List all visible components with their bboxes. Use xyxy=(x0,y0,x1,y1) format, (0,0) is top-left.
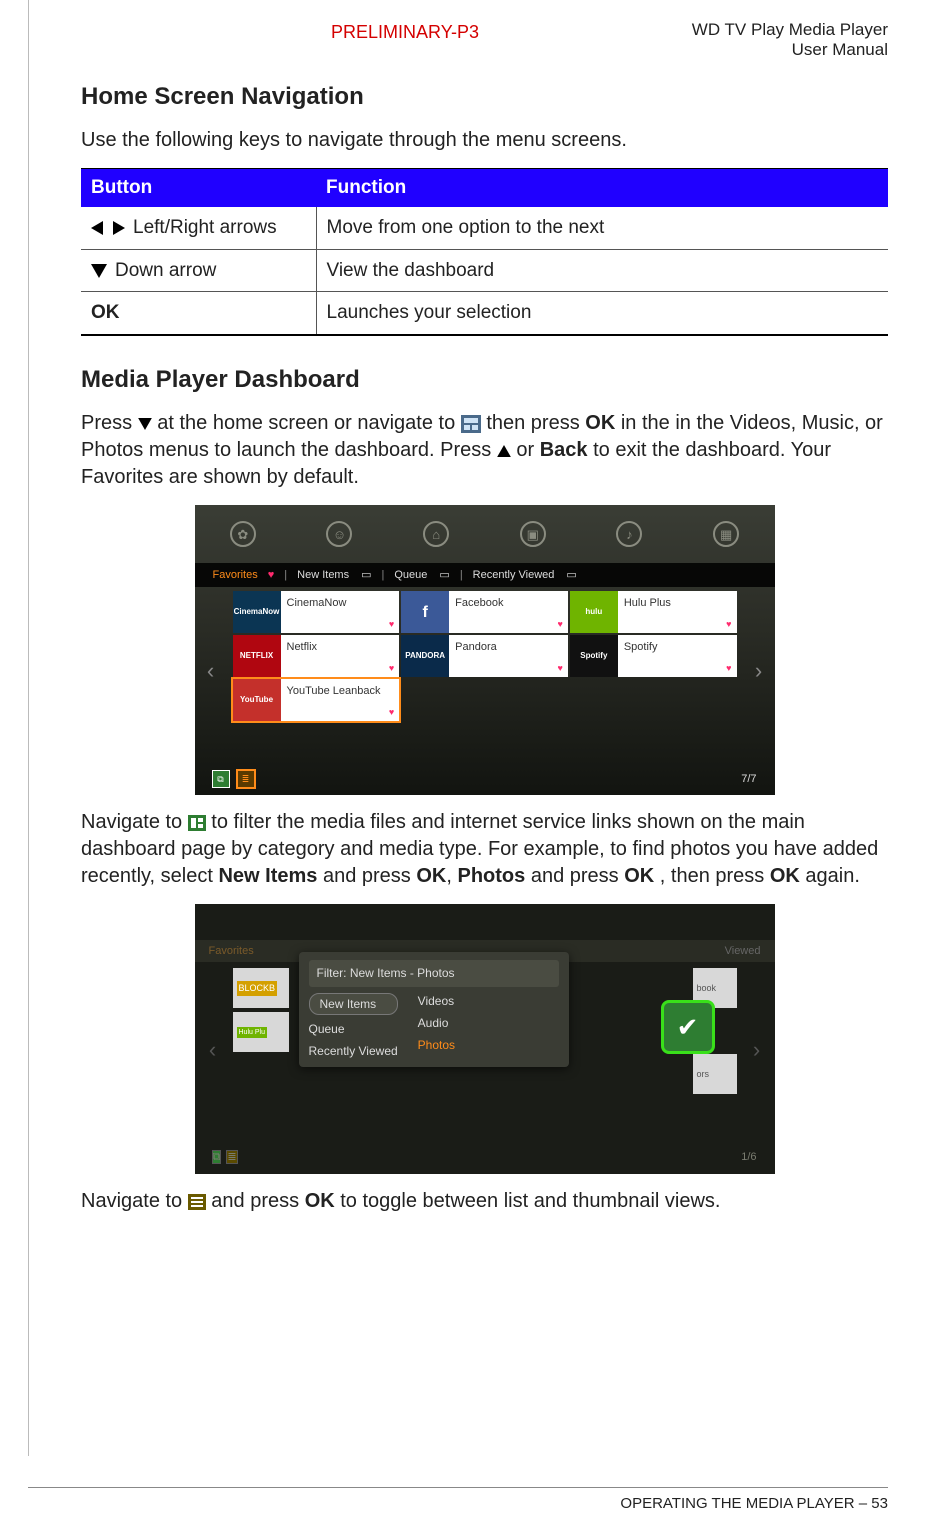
tile-cinemanow: CinemaNowCinemaNow♥ xyxy=(233,591,400,633)
down-arrow-icon xyxy=(91,264,107,278)
services-icon: ✿ xyxy=(230,521,256,547)
list-view-icon xyxy=(188,1194,206,1210)
dashboard-paragraph-2: Navigate to to filter the media files an… xyxy=(81,809,888,890)
view-toggle-icon: ≣ xyxy=(227,1151,236,1163)
navigation-table: Button Function Left/Right arrows Move f… xyxy=(81,168,888,336)
preliminary-stamp: PRELIMINARY-P3 xyxy=(331,20,479,44)
tile-counter: 1/6 xyxy=(741,1150,756,1165)
dash-tabs: Favorites♥ | New Items▭ | Queue▭ | Recen… xyxy=(195,563,775,587)
th-button: Button xyxy=(81,169,316,207)
filter-icon: ⧉ xyxy=(213,771,229,787)
dash-topbar: ✿ ☺ ⌂ ▣ ♪ ▦ xyxy=(195,505,775,563)
filter-audio: Audio xyxy=(418,1015,455,1031)
tab-favorites: Favorites xyxy=(213,568,258,583)
view-toggle-icon: ≣ xyxy=(238,771,254,787)
faded-tile: ors xyxy=(693,1054,737,1094)
heading-home-screen-navigation: Home Screen Navigation xyxy=(81,81,888,113)
ok-button-label: OK xyxy=(91,302,120,323)
filter-queue: Queue xyxy=(309,1021,398,1037)
tile-spotify: SpotifySpotify♥ xyxy=(570,635,737,677)
table-row: Left/Right arrows Move from one option t… xyxy=(81,207,888,249)
th-function: Function xyxy=(316,169,888,207)
faded-tile: Hulu Plu xyxy=(233,1012,289,1052)
dashboard-paragraph-3: Navigate to and press OK to toggle betwe… xyxy=(81,1188,888,1215)
dashboard-tile-icon xyxy=(461,415,481,433)
photo-icon: ▦ xyxy=(713,521,739,547)
scroll-right-icon: › xyxy=(747,1034,767,1064)
filter-recently-viewed: Recently Viewed xyxy=(309,1043,398,1059)
video-icon: ▣ xyxy=(520,521,546,547)
table-row: Down arrow View the dashboard xyxy=(81,249,888,292)
tile-counter: 7/7 xyxy=(741,772,756,787)
games-icon: ⌂ xyxy=(423,521,449,547)
dash-bottombar: ⧉ ≣ 7/7 xyxy=(195,771,775,787)
dashboard-screenshot-2: Favorites Viewed BLOCKB Hulu Plu book or… xyxy=(195,904,775,1174)
filter-new-items: New Items xyxy=(309,993,398,1015)
page-header: PRELIMINARY-P3 WD TV Play Media Player U… xyxy=(81,20,888,59)
heading-dashboard: Media Player Dashboard xyxy=(81,364,888,396)
filter-icon xyxy=(188,815,206,831)
scroll-right-icon: › xyxy=(749,655,769,685)
filter-icon: ⧉ xyxy=(213,1151,221,1163)
page-footer: OPERATING THE MEDIA PLAYER – 53 xyxy=(28,1487,888,1526)
tab-recently-viewed: Recently Viewed xyxy=(473,568,555,583)
down-arrow-icon xyxy=(138,418,152,430)
tab-new-items: New Items xyxy=(297,568,349,583)
tile-hulu: huluHulu Plus♥ xyxy=(570,591,737,633)
nav-intro: Use the following keys to navigate throu… xyxy=(81,127,888,154)
left-right-arrows-icon xyxy=(91,220,125,236)
profile-icon: ☺ xyxy=(326,521,352,547)
filter-left-column: New Items Queue Recently Viewed xyxy=(309,993,398,1060)
filter-photos: Photos xyxy=(418,1037,455,1053)
dashboard-screenshot-1: ✿ ☺ ⌂ ▣ ♪ ▦ Favorites♥ | New Items▭ | Qu… xyxy=(195,505,775,795)
tile-facebook: fFacebook♥ xyxy=(401,591,568,633)
music-icon: ♪ xyxy=(616,521,642,547)
faded-tile: BLOCKB xyxy=(233,968,289,1008)
filter-videos: Videos xyxy=(418,993,455,1009)
tile-pandora: PANDORAPandora♥ xyxy=(401,635,568,677)
table-row: OK Launches your selection xyxy=(81,292,888,335)
tab-queue: Queue xyxy=(394,568,427,583)
tile-netflix: NETFLIXNetflix♥ xyxy=(233,635,400,677)
filter-popup: Filter: New Items - Photos New Items Que… xyxy=(299,952,569,1067)
scroll-left-icon: ‹ xyxy=(203,1034,223,1064)
product-title: WD TV Play Media Player User Manual xyxy=(692,20,888,59)
dashboard-paragraph-1: Press at the home screen or navigate to … xyxy=(81,410,888,491)
dash2-bottombar: ⧉ ≣ 1/6 xyxy=(195,1150,775,1165)
dash-grid: CinemaNowCinemaNow♥ NETFLIXNetflix♥ YouT… xyxy=(195,591,775,721)
ok-confirm-icon: ✔ xyxy=(661,1000,715,1054)
filter-popup-title: Filter: New Items - Photos xyxy=(309,960,559,986)
tile-youtube: YouTubeYouTube Leanback♥ xyxy=(233,679,400,721)
scroll-left-icon: ‹ xyxy=(201,655,221,685)
up-arrow-icon xyxy=(497,445,511,457)
filter-right-column: Videos Audio Photos xyxy=(418,993,455,1060)
